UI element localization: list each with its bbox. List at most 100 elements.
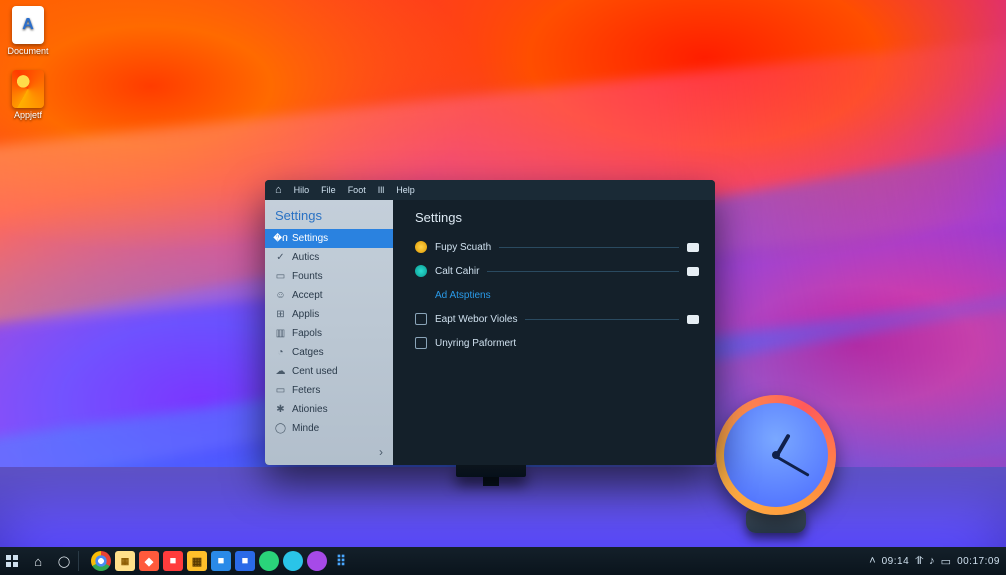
- setting-row-fupy-scuath[interactable]: Fupy Scuath: [415, 235, 699, 259]
- circle-icon: ◯: [58, 555, 70, 568]
- sidebar-item-label: Catges: [292, 347, 324, 358]
- home-icon[interactable]: ⌂: [275, 184, 282, 196]
- setting-row-eapt-webor[interactable]: Eapt Webor Violes: [415, 307, 699, 331]
- menubar: ⌂ Hilo File Foot Ill Help: [265, 180, 715, 200]
- monitor-stand: [456, 463, 526, 477]
- app-blue2[interactable]: ■: [235, 551, 255, 571]
- toggle-switch[interactable]: [687, 315, 699, 324]
- check-circle-icon: [415, 265, 427, 277]
- wifi-icon[interactable]: ⥣: [915, 555, 923, 568]
- clock-face-icon: [724, 403, 828, 507]
- settings-content: Settings Fupy Scuath Calt Cahir Ad Atspt…: [393, 200, 715, 465]
- home-icon: ⌂: [34, 554, 42, 569]
- system-tray: ˄ 09:14 ⥣ ♪ ▭ 00:17:09: [869, 555, 1000, 568]
- setting-label: Calt Cahir: [435, 266, 479, 277]
- sidebar-list: �በ Settings ✓ Autics ▭ Founts ☺ Accept ⊞…: [265, 229, 393, 438]
- tray-up-icon[interactable]: ˄: [869, 555, 875, 567]
- sidebar-item-accept[interactable]: ☺ Accept: [265, 286, 393, 305]
- sidebar-item-label: Feters: [292, 385, 320, 396]
- toggle-switch[interactable]: [687, 267, 699, 276]
- square-icon: [415, 337, 427, 349]
- desktop-icon-label: Appjetf: [2, 110, 54, 120]
- user-icon: ☺: [275, 290, 286, 301]
- tray-clock-1[interactable]: 09:14: [882, 556, 910, 567]
- apps-icon: ⊞: [275, 309, 286, 320]
- sidebar-item-centused[interactable]: ☁ Cent used: [265, 362, 393, 381]
- windows-icon: [6, 555, 18, 567]
- setting-link-ad-atsptiens[interactable]: Ad Atsptiens: [415, 283, 699, 307]
- taskbar-apps: ▦ ◆ ■ ▦ ■ ■ ⠿: [91, 551, 351, 571]
- firefox-icon: [12, 70, 44, 108]
- content-title: Settings: [415, 210, 699, 225]
- toggle-switch[interactable]: [687, 243, 699, 252]
- app-allapps[interactable]: ⠿: [331, 551, 351, 571]
- sidebar-item-label: Autics: [292, 252, 319, 263]
- sidebar-item-autics[interactable]: ✓ Autics: [265, 248, 393, 267]
- app-red[interactable]: ◆: [139, 551, 159, 571]
- sidebar-item-label: Settings: [292, 233, 328, 244]
- sidebar-item-minde[interactable]: ◯ Minde: [265, 419, 393, 438]
- app-chrome[interactable]: [91, 551, 111, 571]
- gauge-icon: ◔: [275, 347, 286, 358]
- app-red2[interactable]: ■: [163, 551, 183, 571]
- check-icon: ✓: [275, 252, 286, 263]
- desktop-icon-browser[interactable]: Appjetf: [2, 70, 54, 120]
- app-purple[interactable]: [307, 551, 327, 571]
- tray-clock-2[interactable]: 00:17:09: [957, 556, 1000, 567]
- menu-item[interactable]: Help: [396, 185, 415, 195]
- sidebar-item-founts[interactable]: ▭ Founts: [265, 267, 393, 286]
- square-icon: [415, 313, 427, 325]
- home-button[interactable]: ⌂: [30, 553, 46, 569]
- sidebar-item-label: Cent used: [292, 366, 338, 377]
- sidebar-item-ationies[interactable]: ✱ Ationies: [265, 400, 393, 419]
- setting-label: Fupy Scuath: [435, 242, 491, 253]
- sidebar-item-label: Founts: [292, 271, 323, 282]
- setting-row-calt-cahir[interactable]: Calt Cahir: [415, 259, 699, 283]
- settings-window: ⌂ Hilo File Foot Ill Help Settings �በ Se…: [265, 180, 715, 465]
- sidebar-item-label: Applis: [292, 309, 319, 320]
- battery-icon[interactable]: ▭: [941, 555, 951, 568]
- app-calendar[interactable]: ▦: [115, 551, 135, 571]
- sidebar-item-label: Accept: [292, 290, 323, 301]
- setting-label: Unyring Paformert: [435, 338, 516, 349]
- menu-item[interactable]: Ill: [378, 185, 385, 195]
- settings-icon: �በ: [275, 233, 286, 244]
- sidebar-item-label: Minde: [292, 423, 319, 434]
- clock-gadget: [716, 395, 836, 515]
- desktop-icon-document[interactable]: A Document: [2, 6, 54, 56]
- sidebar-item-applis[interactable]: ⊞ Applis: [265, 305, 393, 324]
- menu-item[interactable]: Foot: [348, 185, 366, 195]
- sidebar-item-fapols[interactable]: ▥ Fapols: [265, 324, 393, 343]
- taskbar: ⌂ ◯ ▦ ◆ ■ ▦ ■ ■ ⠿ ˄ 09:14 ⥣ ♪: [0, 547, 1006, 575]
- sidebar-item-label: Fapols: [292, 328, 322, 339]
- display-icon: ▭: [275, 271, 286, 282]
- menu-item[interactable]: File: [321, 185, 336, 195]
- sidebar-item-settings[interactable]: �በ Settings: [265, 229, 393, 248]
- sidebar: Settings �በ Settings ✓ Autics ▭ Founts ☺…: [265, 200, 393, 465]
- cloud-icon: ☁: [275, 366, 286, 377]
- app-yellow[interactable]: ▦: [187, 551, 207, 571]
- setting-row-unyring[interactable]: Unyring Paformert: [415, 331, 699, 355]
- desktop: A Document Appjetf ⌂ Hilo File Foot Ill …: [0, 0, 1006, 575]
- search-button[interactable]: ◯: [56, 553, 72, 569]
- atom-icon: ✱: [275, 404, 286, 415]
- sidebar-item-feters[interactable]: ▭ Feters: [265, 381, 393, 400]
- start-button[interactable]: [4, 553, 20, 569]
- document-icon: A: [12, 6, 44, 44]
- volume-icon[interactable]: ♪: [929, 555, 935, 567]
- setting-label: Ad Atsptiens: [435, 290, 491, 301]
- app-cyan[interactable]: [283, 551, 303, 571]
- sidebar-item-catges[interactable]: ◔ Catges: [265, 343, 393, 362]
- sidebar-expand[interactable]: ›: [265, 441, 393, 465]
- desktop-icon-label: Document: [2, 46, 54, 56]
- menu-item[interactable]: Hilo: [294, 185, 310, 195]
- globe-icon: ◯: [275, 423, 286, 434]
- sun-icon: [415, 241, 427, 253]
- panels-icon: ▥: [275, 328, 286, 339]
- app-green[interactable]: [259, 551, 279, 571]
- app-blue[interactable]: ■: [211, 551, 231, 571]
- sidebar-title: Settings: [265, 200, 393, 229]
- chevron-right-icon: ›: [379, 445, 383, 459]
- setting-label: Eapt Webor Violes: [435, 314, 517, 325]
- desk-surface: [0, 467, 1006, 547]
